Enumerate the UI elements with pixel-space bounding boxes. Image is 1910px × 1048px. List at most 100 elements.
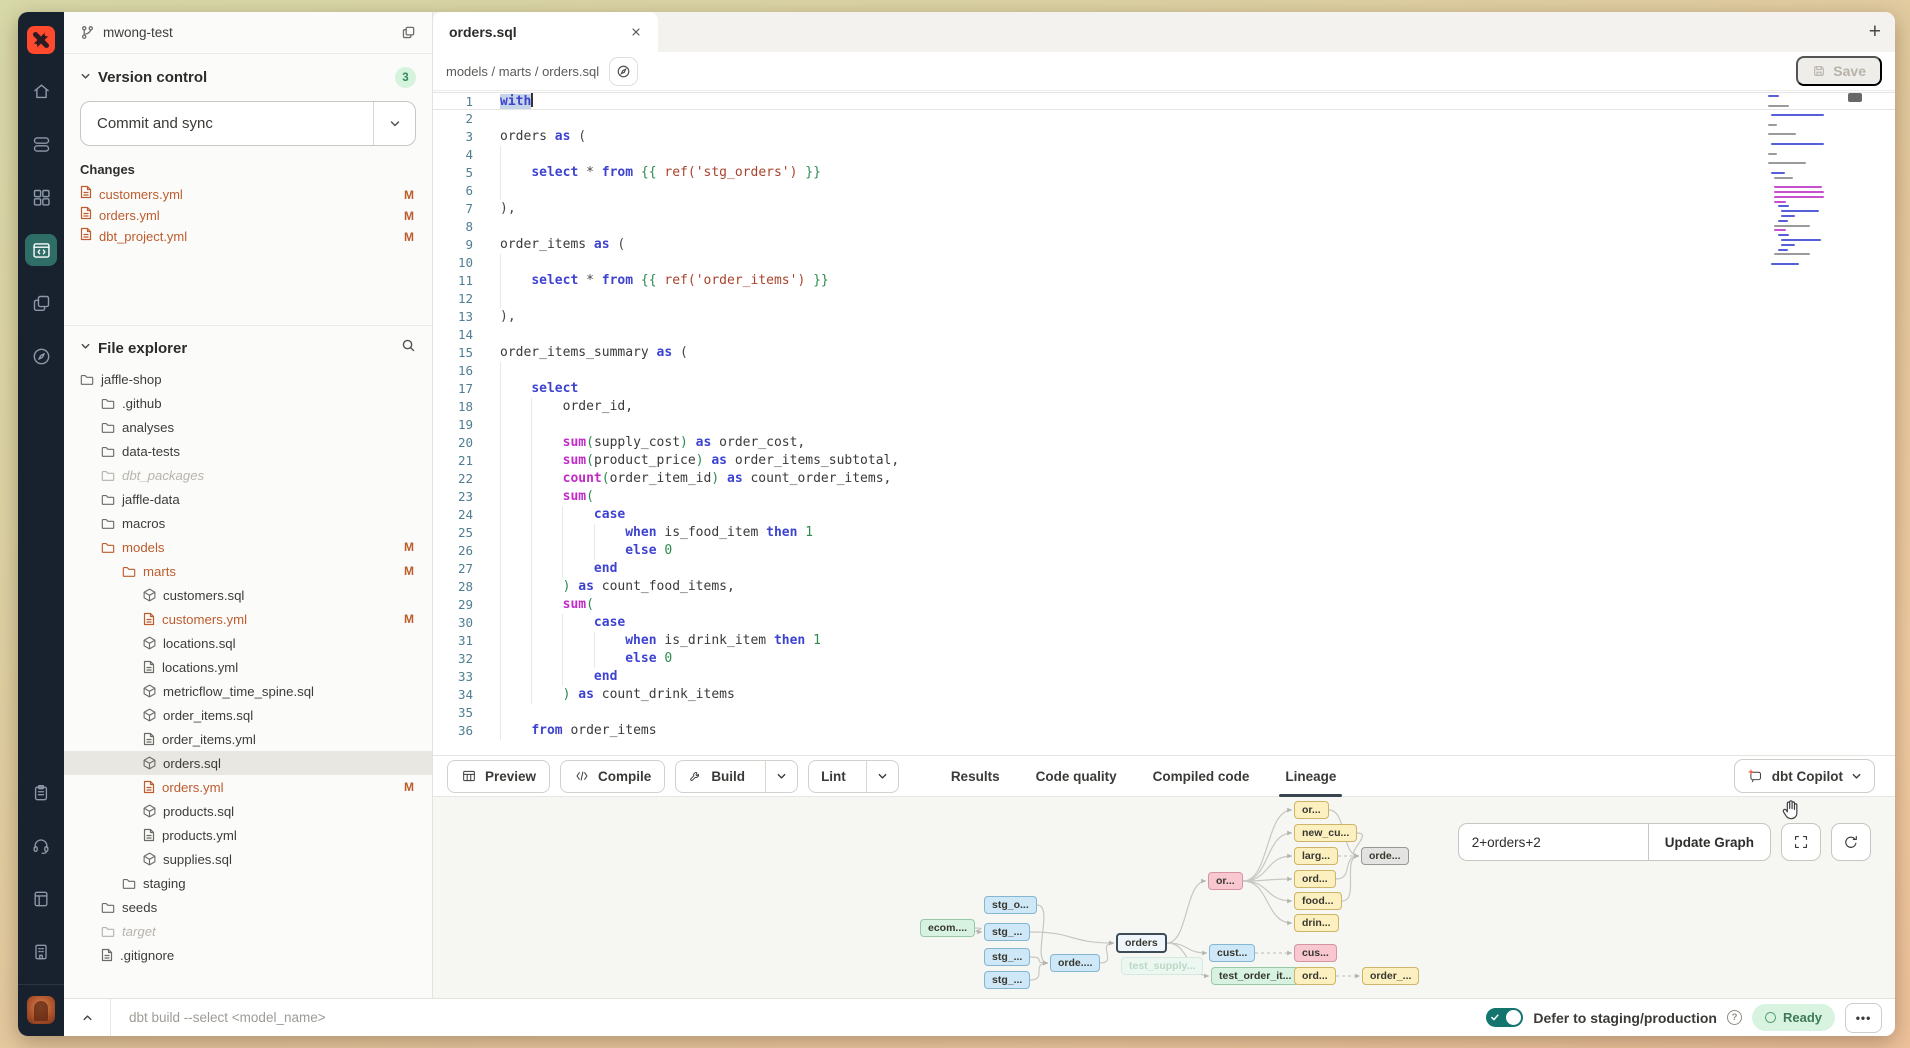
docs-notebook-icon[interactable] — [25, 883, 57, 915]
code-line-36[interactable]: 36 from order_items — [433, 722, 1895, 740]
build-button[interactable]: Build — [675, 760, 798, 793]
file-tree-item-order-items-yml[interactable]: order_items.yml — [64, 727, 432, 751]
deploy-jobs-icon[interactable] — [25, 128, 57, 160]
breadcrumb[interactable]: models / marts / orders.sql — [446, 64, 599, 79]
lineage-node-cuspink[interactable]: cus... — [1294, 944, 1337, 962]
chevron-down-icon[interactable] — [80, 339, 91, 357]
code-line-24[interactable]: 24 case — [433, 506, 1895, 524]
lineage-node-ecom[interactable]: ecom.... — [920, 919, 975, 937]
code-line-21[interactable]: 21 sum(product_price) as order_items_sub… — [433, 452, 1895, 470]
file-tree-item-supplies-sql[interactable]: supplies.sql — [64, 847, 432, 871]
dbt-copilot-button[interactable]: dbt Copilot — [1734, 759, 1875, 793]
expand-command-bar-icon[interactable] — [64, 999, 110, 1036]
changed-file-row[interactable]: dbt_project.yml M — [80, 226, 416, 247]
file-tree-item-orders-sql[interactable]: orders.sql — [64, 751, 432, 775]
lint-button[interactable]: Lint — [808, 760, 899, 793]
code-line-7[interactable]: 7), — [433, 200, 1895, 218]
code-editor[interactable]: 1with23orders as (45 select * from {{ re… — [433, 91, 1895, 755]
lineage-node-stg2[interactable]: stg_... — [984, 923, 1030, 941]
preview-button[interactable]: Preview — [447, 760, 550, 793]
lineage-node-ory[interactable]: or... — [1294, 801, 1329, 819]
code-line-10[interactable]: 10 — [433, 254, 1895, 272]
file-tree-item-customers-sql[interactable]: customers.sql — [64, 583, 432, 607]
code-line-30[interactable]: 30 case — [433, 614, 1895, 632]
code-line-15[interactable]: 15order_items_summary as ( — [433, 344, 1895, 362]
lineage-node-ordy[interactable]: ord... — [1294, 870, 1336, 888]
code-line-25[interactable]: 25 when is_food_item then 1 — [433, 524, 1895, 542]
studio-ide-icon[interactable] — [25, 234, 57, 266]
code-line-9[interactable]: 9order_items as ( — [433, 236, 1895, 254]
support-headset-icon[interactable] — [25, 830, 57, 862]
file-tree-item-macros[interactable]: macros — [64, 511, 432, 535]
code-line-33[interactable]: 33 end — [433, 668, 1895, 686]
changed-file-row[interactable]: orders.yml M — [80, 205, 416, 226]
file-tree-item-seeds[interactable]: seeds — [64, 895, 432, 919]
code-line-23[interactable]: 23 sum( — [433, 488, 1895, 506]
refresh-icon[interactable] — [1831, 823, 1871, 861]
code-line-17[interactable]: 17 select — [433, 380, 1895, 398]
fullscreen-icon[interactable] — [1781, 823, 1821, 861]
file-tree-item--gitignore[interactable]: .gitignore — [64, 943, 432, 967]
lineage-node-stg4[interactable]: stg_... — [984, 971, 1030, 989]
lineage-node-ordy2[interactable]: ord... — [1294, 967, 1336, 985]
file-tree-item-data-tests[interactable]: data-tests — [64, 439, 432, 463]
tab-code-quality[interactable]: Code quality — [1036, 756, 1117, 797]
code-line-12[interactable]: 12 — [433, 290, 1895, 308]
lineage-node-orders[interactable]: orders — [1116, 933, 1167, 953]
file-tree-item-dbt-packages[interactable]: dbt_packages — [64, 463, 432, 487]
new-tab-button[interactable]: + — [1869, 12, 1881, 52]
save-button[interactable]: Save — [1796, 56, 1882, 86]
commit-options-caret[interactable] — [373, 102, 415, 145]
tab-compiled-code[interactable]: Compiled code — [1153, 756, 1250, 797]
lineage-node-food[interactable]: food... — [1294, 892, 1342, 910]
file-tree-item-products-sql[interactable]: products.sql — [64, 799, 432, 823]
code-line-35[interactable]: 35 — [433, 704, 1895, 722]
user-avatar[interactable] — [27, 996, 55, 1024]
file-tree-item--github[interactable]: .github — [64, 391, 432, 415]
file-tree-item-staging[interactable]: staging — [64, 871, 432, 895]
lineage-node-ordegray[interactable]: orde... — [1361, 847, 1409, 865]
code-line-16[interactable]: 16 — [433, 362, 1895, 380]
code-line-14[interactable]: 14 — [433, 326, 1895, 344]
file-tree-item-marts[interactable]: martsM — [64, 559, 432, 583]
project-name[interactable]: mwong-test — [103, 25, 173, 40]
close-icon[interactable] — [630, 26, 642, 38]
code-line-1[interactable]: 1with — [433, 92, 1895, 110]
lineage-node-larg[interactable]: larg... — [1294, 847, 1338, 865]
tab-results[interactable]: Results — [951, 756, 1000, 797]
changelog-clipboard-icon[interactable] — [25, 777, 57, 809]
lineage-node-testorder[interactable]: test_order_it... — [1211, 967, 1299, 985]
code-line-32[interactable]: 32 else 0 — [433, 650, 1895, 668]
scrollbar-thumb[interactable] — [1848, 93, 1862, 102]
compile-button[interactable]: Compile — [560, 760, 665, 793]
orchestration-compass-icon[interactable] — [25, 340, 57, 372]
file-tree-item-target[interactable]: target — [64, 919, 432, 943]
file-tree-item-orders-yml[interactable]: orders.ymlM — [64, 775, 432, 799]
tab-orders-sql[interactable]: orders.sql — [433, 12, 658, 52]
code-line-27[interactable]: 27 end — [433, 560, 1895, 578]
code-line-20[interactable]: 20 sum(supply_cost) as order_cost, — [433, 434, 1895, 452]
code-line-18[interactable]: 18 order_id, — [433, 398, 1895, 416]
code-line-26[interactable]: 26 else 0 — [433, 542, 1895, 560]
code-line-2[interactable]: 2 — [433, 110, 1895, 128]
code-line-6[interactable]: 6 — [433, 182, 1895, 200]
lineage-node-drin[interactable]: drin... — [1294, 914, 1339, 932]
code-line-28[interactable]: 28 ) as count_food_items, — [433, 578, 1895, 596]
code-line-5[interactable]: 5 select * from {{ ref('stg_orders') }} — [433, 164, 1895, 182]
more-options-button[interactable]: ••• — [1845, 1003, 1882, 1033]
chevron-down-icon[interactable] — [80, 69, 91, 87]
code-line-13[interactable]: 13), — [433, 308, 1895, 326]
open-in-lineage-icon[interactable] — [609, 57, 638, 86]
help-icon[interactable]: ? — [1727, 1010, 1742, 1025]
file-tree-item-metricflow-time-spine-sql[interactable]: metricflow_time_spine.sql — [64, 679, 432, 703]
lineage-node-ordery[interactable]: order_... — [1362, 967, 1419, 985]
file-tree-item-products-yml[interactable]: products.yml — [64, 823, 432, 847]
lineage-node-cust[interactable]: cust... — [1209, 944, 1255, 962]
dbt-logo-icon[interactable] — [27, 26, 55, 54]
home-icon[interactable] — [25, 75, 57, 107]
lineage-node-orde2[interactable]: orde.... — [1050, 954, 1100, 972]
lineage-node-stg1[interactable]: stg_o... — [984, 896, 1037, 914]
lineage-node-stg3[interactable]: stg_... — [984, 948, 1030, 966]
file-tree-item-locations-sql[interactable]: locations.sql — [64, 631, 432, 655]
file-tree-item-analyses[interactable]: analyses — [64, 415, 432, 439]
